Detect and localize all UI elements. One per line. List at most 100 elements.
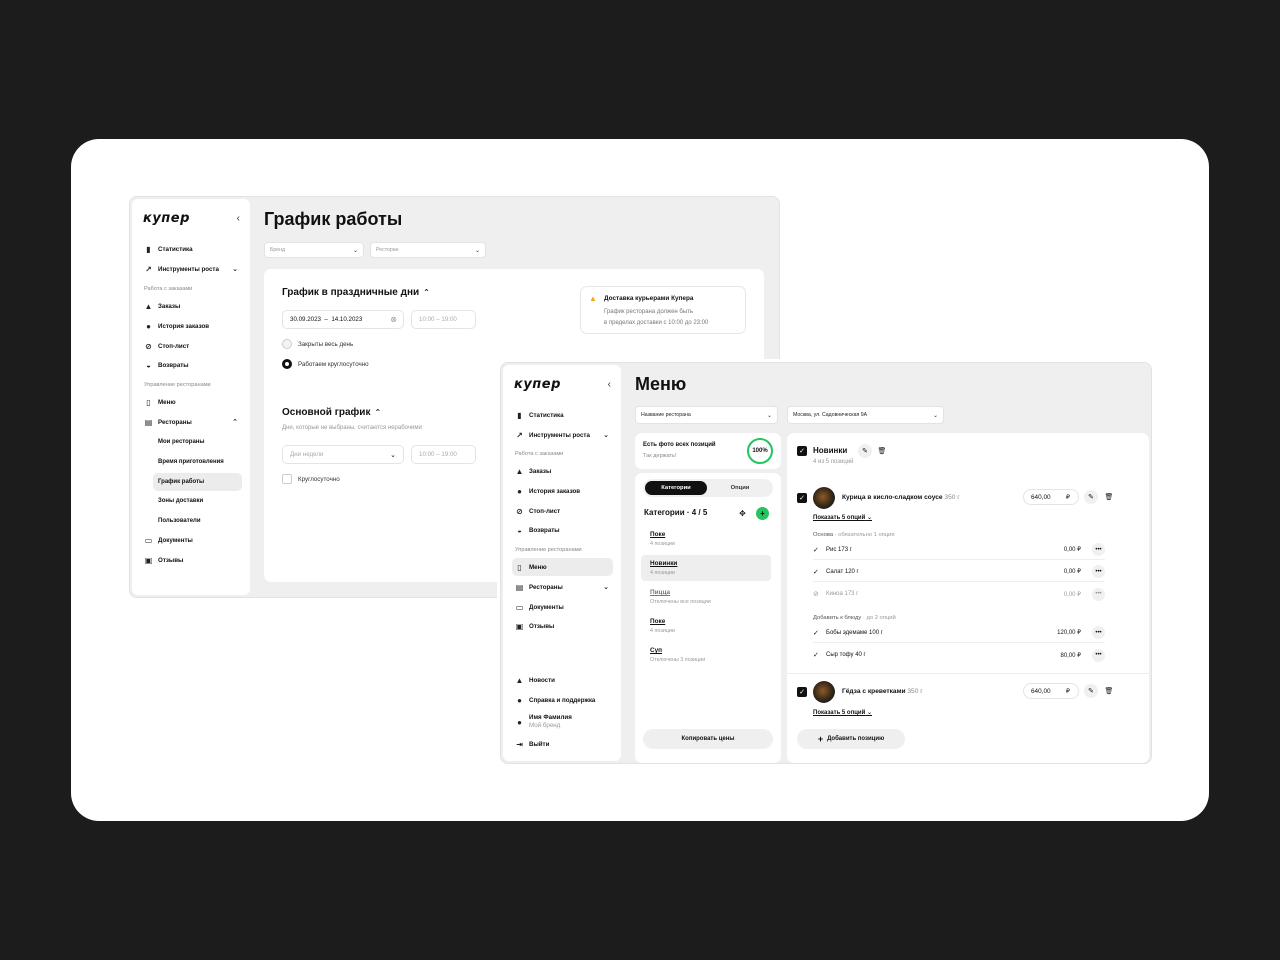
category-item[interactable]: Поке 4 позиции (641, 613, 771, 639)
stop-icon: ⊘ (145, 341, 152, 351)
sidebar-item-stoplist[interactable]: ⊘ Стоп-лист (141, 337, 242, 355)
sidebar-item-stoplist[interactable]: ⊘ Стоп-лист (512, 502, 613, 520)
copy-prices-button[interactable]: Копировать цены (643, 729, 773, 749)
photo-status-card: Есть фото всех позиций Так держать! 100% (635, 433, 781, 469)
help-icon: ● (517, 695, 522, 705)
weekdays-select[interactable]: Дни недели ⌄ (282, 445, 404, 464)
sidebar-subitem-users[interactable]: Пользователи (153, 512, 242, 530)
more-icon[interactable]: ••• (1092, 565, 1105, 578)
sidebar-item-restaurants[interactable]: ▤ Рестораны ⌃ (141, 413, 242, 431)
price-input[interactable]: 640,00 ₽ (1023, 489, 1079, 505)
sidebar-subitem-my-restaurants[interactable]: Мои рестораны (153, 433, 242, 451)
sidebar-item-returns[interactable]: ◒ Возвраты (141, 356, 242, 374)
brand-select[interactable]: Бренд ⌄ (264, 242, 364, 258)
sidebar-item-news[interactable]: ▲ Новости (512, 671, 613, 689)
add-position-button[interactable]: + Добавить позицию (797, 729, 905, 749)
trash-icon[interactable]: 🗑 (1102, 490, 1116, 504)
categories-panel: Категории Опции Категории · 4 / 5 ✥ + По… (635, 473, 781, 763)
sidebar-item-history[interactable]: ● История заказов (512, 482, 613, 500)
sidebar-item-menu[interactable]: ▯ Меню (141, 393, 242, 411)
tab-categories[interactable]: Категории (645, 481, 707, 495)
work-24h-radio[interactable]: Работаем круглосуточно (282, 359, 369, 369)
sidebar-item-menu[interactable]: ▯ Меню (512, 558, 613, 576)
main-schedule-title[interactable]: Основной график ⌃ (282, 407, 381, 418)
sidebar-item-orders[interactable]: ▲ Заказы (512, 462, 613, 480)
chevron-up-icon: ⌃ (232, 419, 238, 426)
bell-icon: ▲ (515, 675, 524, 685)
more-icon[interactable]: ••• (1092, 587, 1105, 601)
dish-photo (813, 681, 835, 703)
chevron-down-icon: ⌄ (474, 247, 480, 254)
category-item[interactable]: Поке 4 позиции (641, 526, 771, 552)
closed-all-day-radio[interactable]: Закрыты весь день (282, 339, 353, 349)
sidebar-item-logout[interactable]: ⇥ Выйти (512, 735, 613, 753)
sidebar-item-help[interactable]: ● Справка и поддержка (512, 691, 613, 709)
sidebar-item-documents[interactable]: ▭ Документы (141, 531, 242, 549)
sidebar-item-reviews[interactable]: ▣ Отзывы (141, 551, 242, 569)
main-time-input[interactable]: 10:00 – 19:00 (411, 445, 476, 464)
sidebar-item-returns[interactable]: ◒ Возвраты (512, 521, 613, 539)
option-row[interactable]: ✓ Салат 120 г 0,00 ₽ ••• (813, 562, 1105, 582)
growth-icon: ↗ (145, 264, 152, 274)
move-icon[interactable]: ✥ (736, 507, 749, 520)
category-item[interactable]: Суп Отключены 3 позиции (641, 642, 771, 668)
more-icon[interactable]: ••• (1092, 543, 1105, 556)
trash-icon[interactable]: 🗑 (1102, 684, 1116, 698)
category-item[interactable]: Пицца Отключены все позиции (641, 584, 771, 610)
logout-icon: ⇥ (516, 739, 523, 749)
allday-checkbox[interactable]: Круглосуточно (282, 474, 340, 484)
show-options-link[interactable]: Показать 5 опций ⌄ (813, 709, 872, 716)
date-range-input[interactable]: 30.09.2023 – 14.10.2023 ⊗ (282, 310, 404, 329)
holidays-title[interactable]: График в праздничные дни ⌃ (282, 287, 430, 298)
sidebar-item-growth[interactable]: ↗ Инструменты роста ⌄ (512, 426, 613, 444)
page-title: Меню (635, 374, 687, 394)
tab-switcher: Категории Опции (643, 479, 773, 497)
sidebar-item-history[interactable]: ● История заказов (141, 317, 242, 335)
collapse-sidebar-icon[interactable]: ‹ (237, 213, 240, 224)
more-icon[interactable]: ••• (1092, 648, 1105, 662)
radio-dot (282, 339, 292, 349)
delivery-notice: ▲ Доставка курьерами Купера График ресто… (580, 286, 746, 334)
clear-icon[interactable]: ⊗ (390, 315, 397, 324)
collapse-sidebar-icon[interactable]: ‹ (608, 379, 611, 390)
sidebar-item-documents[interactable]: ▭ Документы (512, 598, 613, 616)
option-row[interactable]: ⊘ Киноа 173 г 0,00 ₽ ••• (813, 584, 1105, 604)
sidebar-item-growth[interactable]: ↗ Инструменты роста ⌄ (141, 260, 242, 278)
orders-icon: ▲ (515, 466, 524, 476)
restaurant-select[interactable]: Ресторан ⌄ (370, 242, 486, 258)
sidebar-subitem-zones[interactable]: Зоны доставки (153, 492, 242, 510)
dish-checkbox[interactable]: ✓ (797, 493, 807, 503)
sidebar-item-stats[interactable]: ▮ Статистика (512, 406, 613, 424)
add-category-icon[interactable]: + (756, 507, 769, 520)
edit-icon[interactable]: ✎ (1084, 490, 1098, 504)
returns-icon: ◒ (146, 360, 151, 370)
more-icon[interactable]: ••• (1092, 626, 1105, 639)
dish-checkbox[interactable]: ✓ (797, 687, 807, 697)
group-title: Новинки (813, 446, 848, 455)
option-row[interactable]: ✓ Бобы эдемаме 100 г 120,00 ₽ ••• (813, 623, 1105, 643)
sidebar-item-reviews[interactable]: ▣ Отзывы (512, 617, 613, 635)
trash-icon[interactable]: 🗑 (875, 444, 889, 458)
categories-header: Категории · 4 / 5 (644, 508, 708, 517)
sidebar-subitem-cook-time[interactable]: Время приготовления (153, 453, 242, 471)
option-row[interactable]: ✓ Рис 173 г 0,00 ₽ ••• (813, 540, 1105, 560)
sidebar-item-restaurants[interactable]: ▤ Рестораны ⌄ (512, 578, 613, 596)
restaurant-select[interactable]: Название ресторана ⌄ (635, 406, 778, 424)
dish-title: Гёдза с креветками 350 г (842, 688, 923, 695)
option-row[interactable]: ✓ Сыр тофу 40 г 80,00 ₽ ••• (813, 645, 1105, 665)
sidebar-item-profile[interactable]: ● Имя Фамилия Мой бренд (512, 711, 613, 733)
edit-icon[interactable]: ✎ (858, 444, 872, 458)
price-input[interactable]: 640,00 ₽ (1023, 683, 1079, 699)
edit-icon[interactable]: ✎ (1084, 684, 1098, 698)
chevron-down-icon: ⌄ (603, 584, 609, 591)
sidebar-item-orders[interactable]: ▲ Заказы (141, 297, 242, 315)
sidebar-item-stats[interactable]: ▮ Статистика (141, 240, 242, 258)
group-checkbox[interactable]: ✓ (797, 446, 807, 456)
sidebar-subitem-schedule[interactable]: График работы (153, 473, 242, 491)
address-select[interactable]: Москва, ул. Садовническая 9А ⌄ (787, 406, 944, 424)
tab-options[interactable]: Опции (709, 481, 771, 495)
show-options-link[interactable]: Показать 5 опций ⌄ (813, 514, 872, 521)
orders-icon: ▲ (144, 301, 153, 311)
category-item[interactable]: Новинки 4 позиции (641, 555, 771, 581)
holiday-time-input[interactable]: 10:00 – 19:00 (411, 310, 476, 329)
